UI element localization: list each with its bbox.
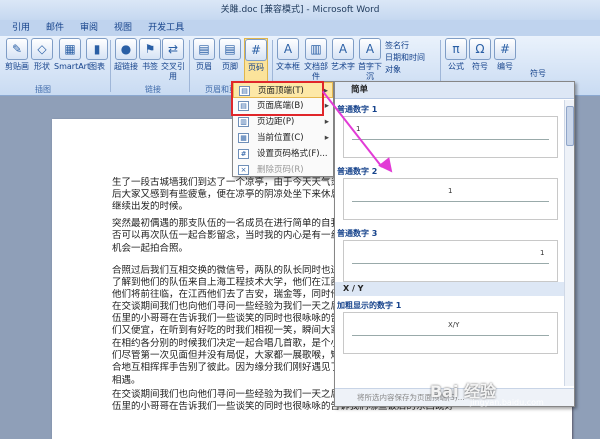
doc-line: 否可以再次队伍一起合影留念，当时我的内心是有一丝惊讶， — [112, 230, 342, 241]
highlight-box — [231, 81, 324, 116]
gallery-preview: X/Y — [343, 312, 558, 354]
ribbon-separator — [110, 40, 111, 92]
menu-item-page-margin[interactable]: ▥ 页边距(P) ▸ — [233, 114, 333, 130]
footer-icon: ▤ — [219, 38, 241, 60]
doc-line: 相遇。 — [112, 375, 141, 386]
doc-line: 在交谈期间我们也向他们寻问一些经验为我们一天之后的 — [112, 301, 342, 312]
gallery-section-header: X / Y — [335, 282, 564, 296]
watermark-url: jingyan.baidu.com — [470, 398, 544, 407]
page-number-gallery: 简单 普通数字 1 1 普通数字 2 1 普通数字 3 1 X / Y 加粗显示… — [334, 81, 575, 407]
window-title: 关雎.doc [兼容模式] - Microsoft Word — [220, 5, 380, 15]
page-margin-icon: ▥ — [238, 117, 249, 127]
header-icon: ▤ — [193, 38, 215, 60]
dropcap-icon: A — [359, 38, 381, 60]
symbol-small-button[interactable]: 符号 — [530, 68, 546, 79]
clipart-icon: ✎ — [6, 38, 28, 60]
quickparts-button[interactable]: ▥ 文档部件 — [301, 38, 331, 82]
submenu-arrow-icon: ▸ — [324, 117, 329, 127]
doc-line: 突然最初偶遇的那支队伍的一名成员在进行简单的自我介 — [112, 218, 342, 229]
crossref-button[interactable]: ⇄ 交叉引用 — [161, 38, 185, 82]
symbol-button[interactable]: Ω 符号 — [468, 38, 492, 72]
symbol-icon: Ω — [469, 38, 491, 60]
gallery-preview: 1 — [343, 240, 558, 282]
quickparts-icon: ▥ — [305, 38, 327, 60]
tab-references[interactable]: 引用 — [4, 20, 38, 36]
date-time-button[interactable]: 日期和时间 — [385, 52, 425, 63]
object-button[interactable]: 对象 — [385, 64, 401, 75]
bookmark-button[interactable]: ⚑ 书签 — [139, 38, 161, 72]
chart-button[interactable]: ▮ 图表 — [86, 38, 108, 72]
tab-developer[interactable]: 开发工具 — [140, 20, 192, 36]
tab-view[interactable]: 视图 — [106, 20, 140, 36]
equation-button[interactable]: π 公式 — [444, 38, 468, 72]
hyperlink-icon: ● — [115, 38, 137, 60]
shapes-icon: ◇ — [31, 38, 53, 60]
gallery-preview: 1 — [343, 178, 558, 220]
menu-item-remove-page-numbers[interactable]: × 删除页码(R) — [233, 162, 333, 178]
smartart-button[interactable]: ▦ SmartArt — [54, 38, 90, 72]
scrollbar-thumb[interactable] — [566, 106, 574, 146]
chart-icon: ▮ — [86, 38, 108, 60]
wordart-button[interactable]: A 艺术字 — [331, 38, 355, 72]
menu-item-format-page-numbers[interactable]: # 设置页码格式(F)... — [233, 146, 333, 162]
pagenumber-icon: # — [245, 39, 267, 61]
group-label-illustrations: 插图 — [35, 85, 51, 94]
doc-line: 继续出发的时候。 — [112, 201, 189, 212]
gallery-item-plain-3[interactable]: 普通数字 3 1 — [337, 228, 563, 282]
dropcap-button[interactable]: A 首字下沉 — [355, 38, 385, 82]
group-label-links: 链接 — [145, 85, 161, 94]
number-icon: # — [494, 38, 516, 60]
signature-line-button[interactable]: 签名行 — [385, 40, 409, 51]
gallery-item-plain-1[interactable]: 普通数字 1 1 — [337, 104, 563, 158]
format-icon: # — [238, 149, 249, 159]
shapes-button[interactable]: ◇ 形状 — [30, 38, 54, 72]
gallery-item-bold-1[interactable]: 加粗显示的数字 1 X/Y — [337, 300, 563, 354]
menu-item-current-position[interactable]: ▦ 当前位置(C) ▸ — [233, 130, 333, 146]
doc-line: 合地互相挥挥手告别了彼此。因为缘分我们刚好遇见了他们， — [112, 362, 342, 373]
doc-line: 生了一段古城墙我们到达了一个凉亭，由于今天天气炎热 — [112, 177, 342, 188]
smartart-icon: ▦ — [59, 38, 81, 60]
doc-line: 在相约各分别的时候我们决定一起合唱几首歌，是个小插曲 — [112, 338, 342, 349]
page-number-button[interactable]: # 页码 — [244, 38, 268, 82]
textbox-button[interactable]: A 文本框 — [275, 38, 301, 72]
clipart-button[interactable]: ✎ 剪贴画 — [2, 38, 32, 72]
tab-mailings[interactable]: 邮件 — [38, 20, 72, 36]
ribbon-tabs: 引用 邮件 审阅 视图 开发工具 — [0, 20, 600, 36]
tab-review[interactable]: 审阅 — [72, 20, 106, 36]
title-bar: 关雎.doc [兼容模式] - Microsoft Word — [0, 0, 600, 20]
equation-icon: π — [445, 38, 467, 60]
crossref-icon: ⇄ — [162, 38, 184, 60]
hyperlink-button[interactable]: ● 超链接 — [113, 38, 139, 72]
gallery-item-plain-2[interactable]: 普通数字 2 1 — [337, 166, 563, 220]
gallery-scrollbar[interactable] — [564, 100, 574, 386]
footer-button[interactable]: ▤ 页脚 — [218, 38, 242, 72]
gallery-header: 简单 — [335, 82, 574, 99]
gallery-preview: 1 — [343, 116, 558, 158]
doc-line: 机会一起拍合照。 — [112, 243, 189, 254]
header-button[interactable]: ▤ 页眉 — [192, 38, 216, 72]
doc-line: 合照过后我们互相交换的微信号，两队的队长同时也进行 — [112, 265, 342, 276]
current-pos-icon: ▦ — [238, 133, 249, 143]
doc-line: 了解到他们的队伍来自上海工程技术大学，他们在江西已经 — [112, 277, 342, 288]
bookmark-icon: ⚑ — [139, 38, 161, 60]
numbering-button[interactable]: # 编号 — [493, 38, 517, 72]
delete-icon: × — [238, 165, 249, 175]
wordart-icon: A — [332, 38, 354, 60]
submenu-arrow-icon: ▸ — [324, 133, 329, 143]
doc-line: 他们将前往临，在江西他们去了吉安，瑞金等，同时他们也 — [112, 289, 342, 300]
doc-line: 后大家又感到有些疲惫，便在凉亭的阴凉处坐下来休息，在我 — [112, 189, 342, 200]
doc-line: 们又便宜，在听到有好吃的时我们相视一笑，瞬间大家的气 — [112, 325, 342, 336]
doc-line: 们尽管第一次见面但并没有局促，大家都一展歌喉，短暂的交 — [112, 350, 342, 361]
doc-line: 伍里的小哥哥在告诉我们一些谈笑的同时也很咏咏的告诉我们 — [112, 313, 342, 324]
textbox-icon: A — [277, 38, 299, 60]
ribbon-separator — [189, 40, 190, 92]
